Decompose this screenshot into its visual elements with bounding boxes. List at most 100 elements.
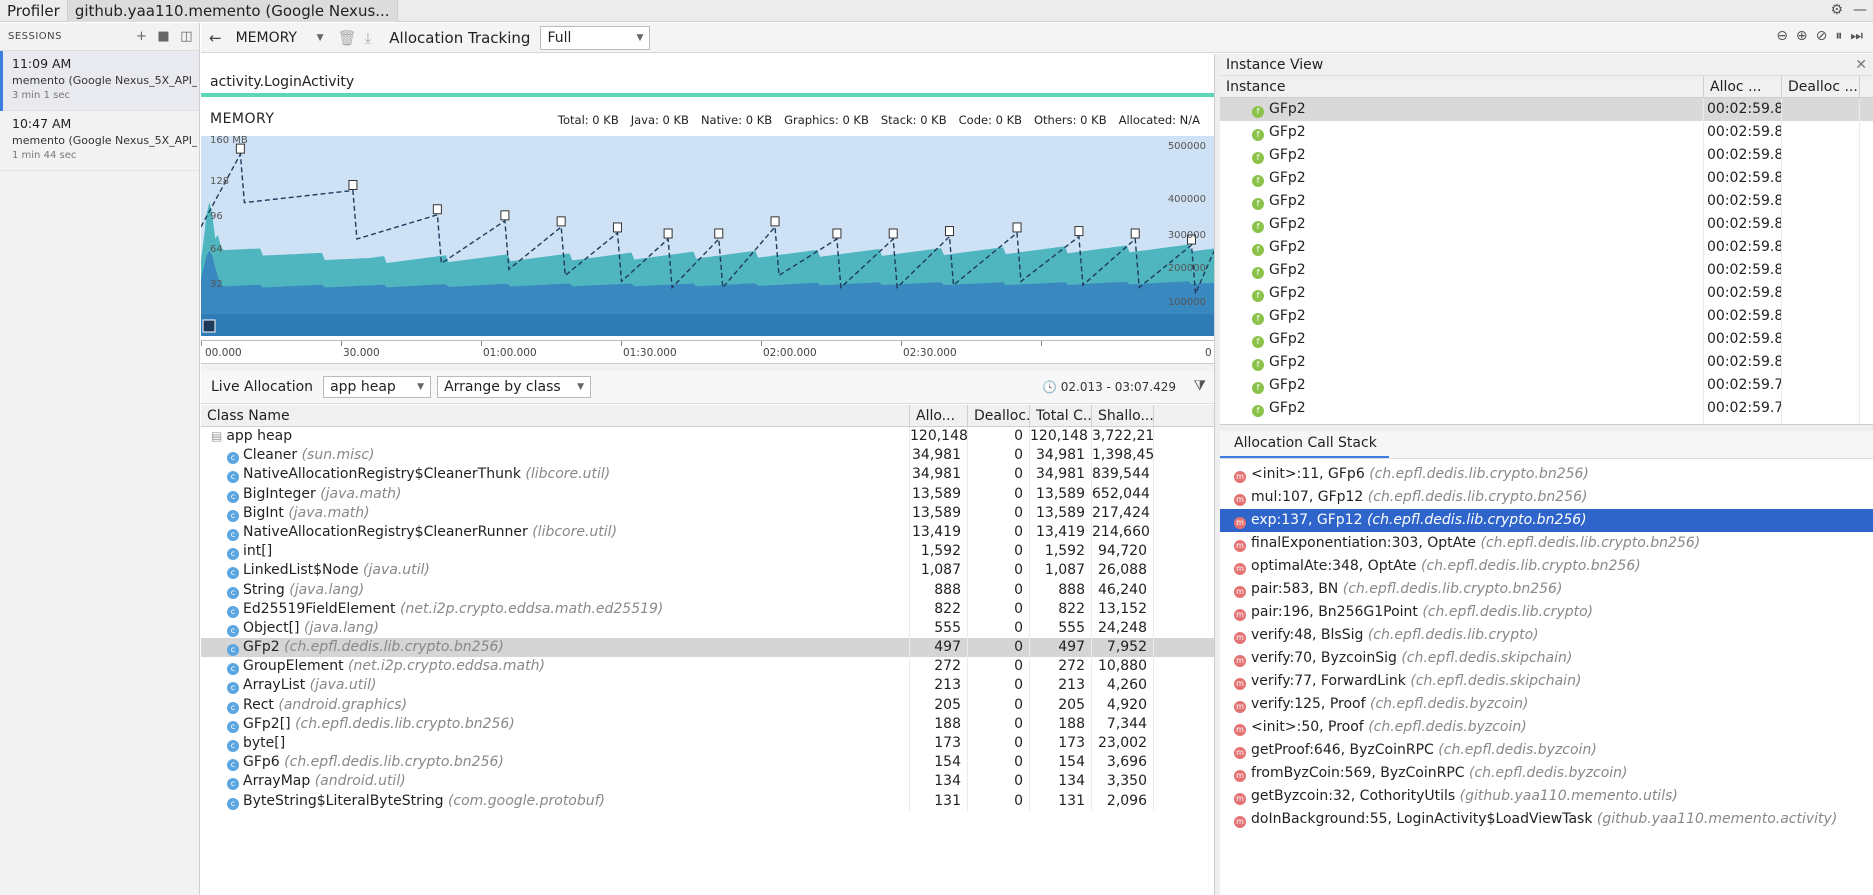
col-instance[interactable]: Instance [1220,76,1704,98]
instance-row[interactable]: f GFp2 00:02:59.81 [1220,351,1873,374]
callstack-frame[interactable]: m verify:48, BlsSig (ch.epfl.dedis.lib.cr… [1220,624,1873,647]
table-row[interactable]: c ArrayList (java.util) 213 0 213 4,260 [201,676,1214,696]
table-row[interactable]: c NativeAllocationRegistry$CleanerThunk (… [201,465,1214,485]
instance-row[interactable]: f GFp2 00:02:59.84 [1220,259,1873,282]
table-row[interactable]: c GroupElement (net.i2p.crypto.eddsa.math… [201,657,1214,677]
tab-profiler[interactable]: Profiler [0,0,68,22]
class-icon: c [227,605,239,618]
callstack-frame[interactable]: m getByzcoin:32, CothorityUtils (github.y… [1220,785,1873,808]
collapse-panel-icon[interactable]: ◫ [180,29,193,44]
memory-main-panel: activity.LoginActivity MEMORY Total: 0 K… [201,54,1214,895]
class-icon: c [227,701,239,714]
back-arrow-icon[interactable]: ← [209,29,222,47]
col-class-name[interactable]: Class Name [201,405,910,427]
callstack-frame[interactable]: m getProof:646, ByzCoinRPC (ch.epfl.dedis… [1220,739,1873,762]
frame-package: (ch.epfl.dedis.byzcoin) [1469,765,1628,781]
stop-session-icon[interactable]: ■ [157,29,170,44]
col-shallow-size[interactable]: Shallo... [1092,405,1154,427]
filter-icon[interactable]: ⧩ [1194,378,1207,394]
session-item[interactable]: 11:09 AM memento (Google Nexus_5X_API_..… [0,51,199,111]
table-row[interactable]: c LinkedList$Node (java.util) 1,087 0 1,087 2… [201,561,1214,581]
instance-row[interactable]: f GFp2 00:02:59.88 [1220,121,1873,144]
instance-row[interactable]: f GFp2 00:02:59.81 [1220,305,1873,328]
col-allocations[interactable]: Allo... [910,405,968,427]
reset-zoom-icon[interactable]: ⊘ [1816,28,1828,44]
col-alloc-time[interactable]: Alloc ... [1704,76,1782,98]
allocation-tracking-select[interactable]: Full ▼ [540,25,651,50]
col-dealloc-time[interactable]: Dealloc ... [1782,76,1860,98]
table-row[interactable]: c Cleaner (sun.misc) 34,981 0 34,981 1,398,45… [201,446,1214,466]
trash-icon[interactable]: 🗑 [338,29,357,47]
legend-java: Java: 0 KB [630,113,689,127]
zoom-in-icon[interactable]: ⊕ [1796,28,1808,44]
instance-row[interactable]: f GFp2 00:02:59.85 [1220,213,1873,236]
table-row[interactable]: c GFp2 (ch.epfl.dedis.lib.crypto.bn256) 49… [201,638,1214,658]
instance-cell: f GFp2 [1220,144,1704,167]
minimize-icon[interactable]: — [1853,2,1867,18]
alloc-count: 13,589 [910,503,968,523]
callstack-frame[interactable]: m <init>:11, GFp6 (ch.epfl.dedis.lib.cryp… [1220,463,1873,486]
zoom-out-icon[interactable]: ⊖ [1776,28,1788,44]
callstack-frame[interactable]: m verify:70, ByzcoinSig (ch.epfl.dedis.sk… [1220,647,1873,670]
table-row[interactable]: c byte[] 173 0 173 23,002 [201,734,1214,754]
instance-row[interactable]: f GFp2 00:02:59.81 [1220,328,1873,351]
instance-row[interactable]: f GFp2 00:02:59.88 [1220,98,1873,121]
table-row[interactable]: c Object[] (java.lang) 555 0 555 24,248 [201,618,1214,639]
instance-row[interactable]: f GFp2 00:02:59.84 [1220,282,1873,305]
table-row[interactable]: c Rect (android.graphics) 205 0 205 4,920 [201,695,1214,715]
callstack-frame[interactable]: m mul:107, GFp12 (ch.epfl.dedis.lib.crypt… [1220,486,1873,509]
callstack-frame[interactable]: m verify:77, ForwardLink (ch.epfl.dedis.s… [1220,670,1873,693]
alloc-count: 134 [910,772,968,792]
table-row[interactable]: c GFp6 (ch.epfl.dedis.lib.crypto.bn256) 15… [201,753,1214,773]
table-row[interactable]: c ByteString$LiteralByteString (com.googl… [201,791,1214,811]
callstack-frame[interactable]: m <init>:50, Proof (ch.epfl.dedis.byzcoin… [1220,716,1873,739]
table-row[interactable]: c int[] 1,592 0 1,592 94,720 [201,542,1214,562]
class-name-cell: c BigInt (java.math) [201,503,910,523]
table-row[interactable]: c String (java.lang) 888 0 888 46,240 [201,580,1214,600]
callstack-frame[interactable]: m optimalAte:348, OptAte (ch.epfl.dedis.l… [1220,555,1873,578]
add-session-icon[interactable]: + [136,29,147,44]
go-live-icon[interactable]: ⏭ [1850,28,1863,44]
instance-alloc-time: 00:02:59.84 [1704,259,1782,282]
table-row[interactable]: c NativeAllocationRegistry$CleanerRunner … [201,522,1214,543]
instance-row[interactable]: fGFp200:02:59.76 [1220,420,1873,424]
heap-select[interactable]: app heap ▼ [323,376,432,398]
session-item[interactable]: 10:47 AM memento (Google Nexus_5X_API_..… [0,111,199,171]
table-row[interactable]: c GFp2[] (ch.epfl.dedis.lib.crypto.bn256)… [201,714,1214,734]
instance-row[interactable]: fGFp200:02:59.76 [1220,374,1873,397]
heap-dump-icon[interactable]: ⤓ [365,29,372,47]
dealloc-count: 0 [968,465,1030,485]
profiler-select[interactable]: MEMORY ▼ [230,26,330,50]
callstack-frame[interactable]: m exp:137, GFp12 (ch.epfl.dedis.lib.crypt… [1220,509,1873,532]
instance-row[interactable]: fGFp200:02:59.76 [1220,397,1873,420]
frame-method: <init>:50, Proof [1251,719,1364,735]
instance-row[interactable]: f GFp2 00:02:59.88 [1220,144,1873,167]
instance-row[interactable]: f GFp2 00:02:59.85 [1220,167,1873,190]
callstack-splitter[interactable] [1220,424,1873,431]
col-deallocations[interactable]: Dealloc... [968,405,1030,427]
total-count: 131 [1030,791,1092,811]
table-row[interactable]: c ArrayMap (android.util) 134 0 134 3,350 [201,772,1214,792]
frame-package: (github.yaa110.memento.utils) [1459,788,1678,804]
arrange-select[interactable]: Arrange by class ▼ [437,376,592,398]
table-row[interactable]: ▤app heap 120,1480120,1483,722,215 [201,427,1214,447]
tab-allocation-call-stack[interactable]: Allocation Call Stack [1220,435,1389,458]
pause-icon[interactable]: ⏸ [1835,28,1842,44]
instance-row[interactable]: f GFp2 00:02:59.85 [1220,190,1873,213]
col-total-count[interactable]: Total C... [1030,405,1092,427]
table-row[interactable]: c BigInteger (java.math) 13,589 0 13,589 652,… [201,484,1214,504]
panel-splitter[interactable] [201,363,1214,371]
callstack-frame[interactable]: m pair:583, BN (ch.epfl.dedis.lib.crypto.… [1220,578,1873,601]
callstack-frame[interactable]: m pair:196, Bn256G1Point (ch.epfl.dedis.l… [1220,601,1873,624]
table-row[interactable]: c Ed25519FieldElement (net.i2p.crypto.edd… [201,599,1214,619]
gear-icon[interactable]: ⚙ [1830,2,1843,18]
close-icon[interactable]: ✕ [1855,54,1867,76]
callstack-frame[interactable]: m fromByzCoin:569, ByzCoinRPC (ch.epfl.de… [1220,762,1873,785]
callstack-frame[interactable]: m doInBackground:55, LoginActivity$LoadVi… [1220,808,1873,831]
callstack-frame[interactable]: m finalExponentiation:303, OptAte (ch.epf… [1220,532,1873,555]
callstack-frame[interactable]: m verify:125, Proof (ch.epfl.dedis.byzcoi… [1220,693,1873,716]
table-row[interactable]: c BigInt (java.math) 13,589 0 13,589 217,424 [201,503,1214,523]
instance-name: GFp2 [1269,147,1306,163]
tab-app-session[interactable]: github.yaa110.memento (Google Nexus... [67,0,398,22]
instance-row[interactable]: f GFp2 00:02:59.84 [1220,236,1873,259]
